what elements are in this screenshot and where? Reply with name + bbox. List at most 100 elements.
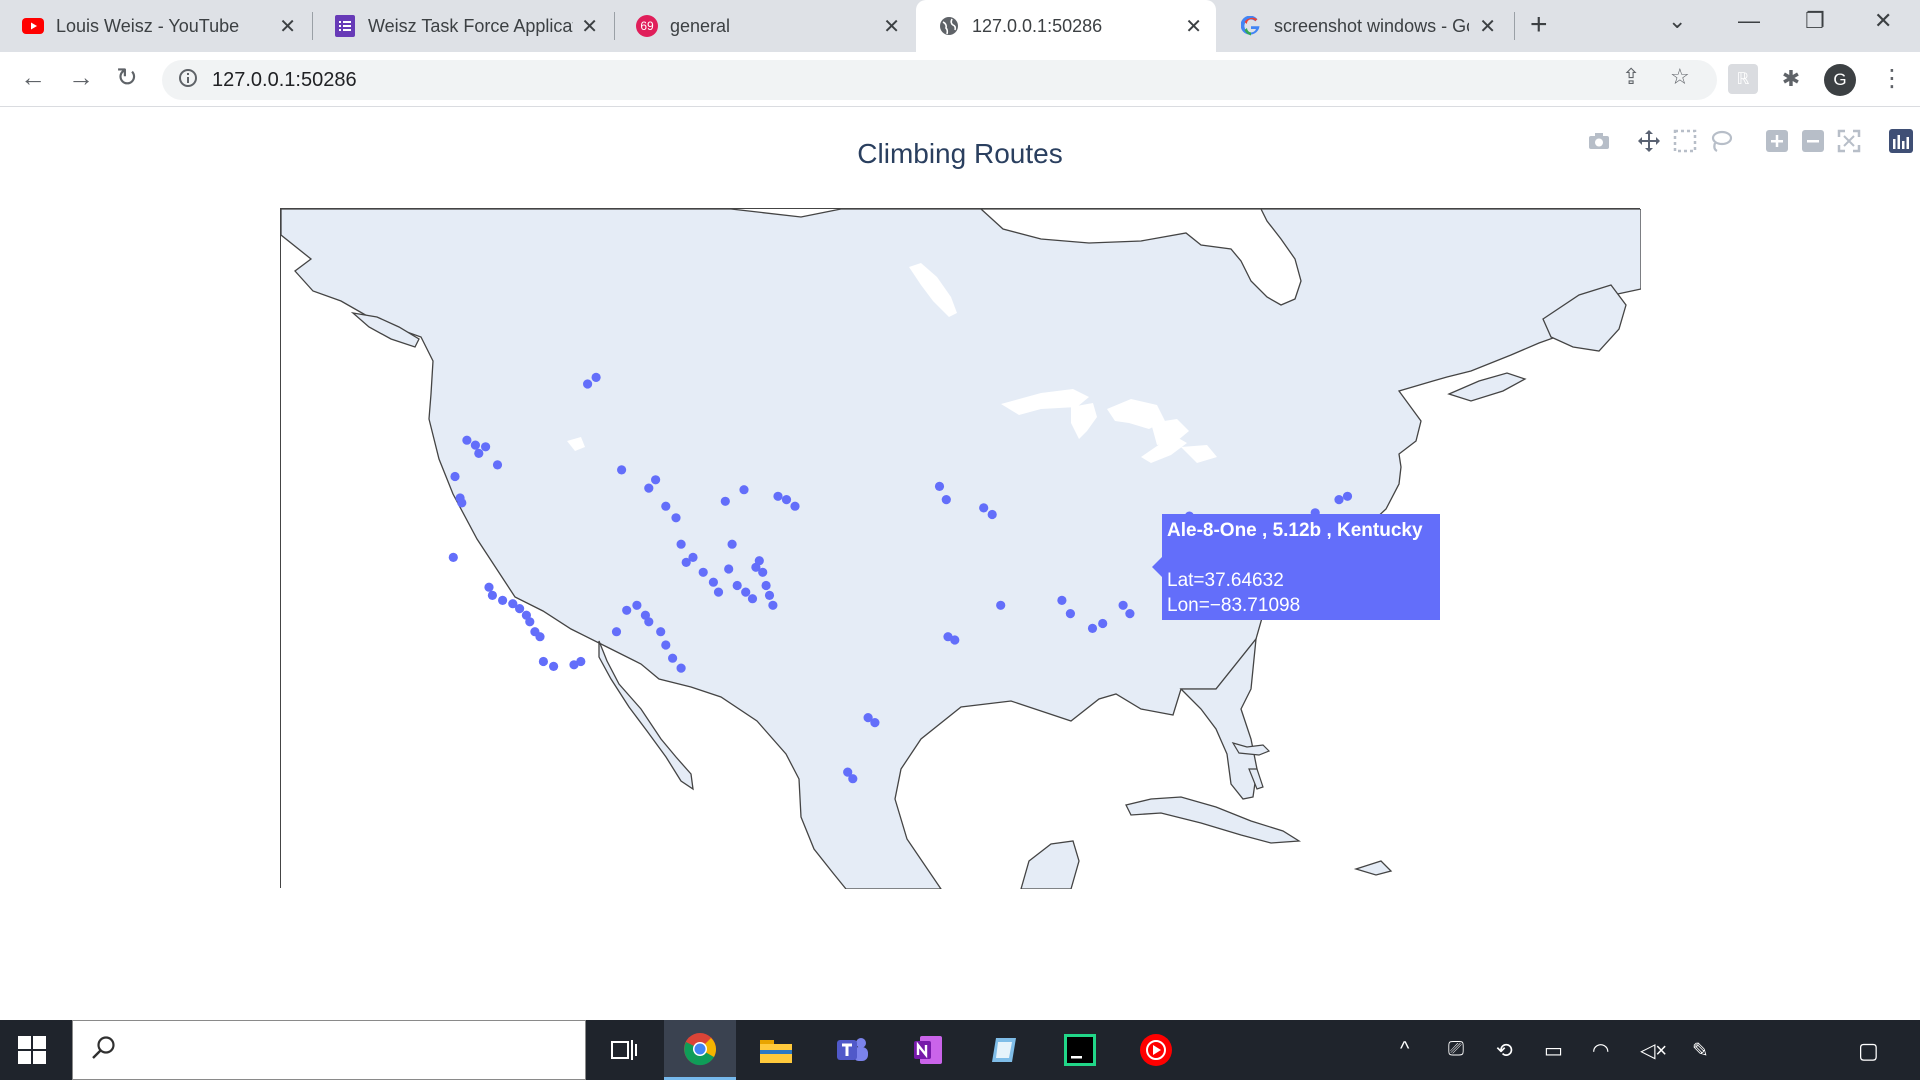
route-marker[interactable] [644, 617, 654, 627]
route-marker[interactable] [1334, 495, 1344, 505]
pen-icon[interactable]: ✎ [1692, 1038, 1709, 1063]
route-marker[interactable] [781, 495, 792, 505]
close-icon[interactable]: ✕ [581, 14, 598, 39]
sync-icon[interactable]: ⟲ [1496, 1038, 1513, 1063]
route-marker[interactable] [448, 552, 458, 562]
route-marker[interactable] [747, 594, 758, 604]
route-marker[interactable] [764, 590, 775, 600]
new-tab-button[interactable]: + [1530, 8, 1548, 42]
route-marker[interactable] [1057, 595, 1067, 605]
route-marker[interactable] [651, 475, 661, 485]
route-marker[interactable] [525, 617, 535, 627]
route-marker[interactable] [1065, 609, 1075, 619]
file-explorer-icon[interactable] [740, 1020, 812, 1080]
tab-google-search[interactable]: screenshot windows - Google Search ✕ [1218, 0, 1510, 52]
route-marker[interactable] [708, 577, 718, 587]
route-marker[interactable] [611, 627, 622, 637]
close-icon[interactable]: ✕ [1185, 14, 1202, 39]
route-marker[interactable] [761, 580, 771, 591]
meet-now-icon[interactable]: ⎚ [1448, 1038, 1464, 1061]
route-marker[interactable] [492, 460, 503, 470]
route-marker[interactable] [622, 605, 632, 615]
route-marker[interactable] [591, 372, 601, 382]
route-marker[interactable] [996, 600, 1006, 610]
close-icon[interactable]: ✕ [883, 14, 900, 39]
route-marker[interactable] [656, 627, 666, 637]
route-marker[interactable] [758, 567, 768, 577]
avatar[interactable]: G [1824, 64, 1856, 96]
close-icon[interactable]: ✕ [1479, 14, 1496, 39]
plotly-logo-icon[interactable] [1886, 126, 1916, 156]
route-marker[interactable] [773, 491, 783, 501]
pycharm-icon[interactable] [1044, 1020, 1116, 1080]
route-marker[interactable] [576, 656, 586, 667]
route-marker[interactable] [1098, 618, 1108, 629]
route-marker[interactable] [644, 483, 654, 493]
close-window-button[interactable]: ✕ [1874, 8, 1892, 34]
route-marker[interactable] [498, 595, 508, 605]
route-marker[interactable] [732, 580, 742, 591]
bookmark-star-icon[interactable]: ☆ [1670, 64, 1690, 90]
route-marker[interactable] [487, 590, 497, 600]
volume-muted-icon[interactable]: ◁× [1640, 1038, 1667, 1063]
route-marker[interactable] [727, 539, 737, 549]
zoom-in-icon[interactable] [1762, 126, 1792, 156]
route-marker[interactable] [724, 564, 734, 574]
restore-button[interactable]: ❐ [1805, 8, 1825, 34]
route-marker[interactable] [950, 635, 960, 645]
route-marker[interactable] [668, 653, 678, 663]
route-marker[interactable] [741, 587, 751, 597]
taskbar-search-input[interactable] [72, 1020, 586, 1080]
extension-icon[interactable]: ℝ [1728, 64, 1758, 94]
route-marker[interactable] [739, 485, 749, 495]
pan-icon[interactable] [1634, 126, 1664, 156]
route-marker[interactable] [676, 663, 686, 673]
route-marker[interactable] [1087, 623, 1098, 633]
route-marker[interactable] [470, 440, 480, 450]
youtube-music-icon[interactable] [1120, 1020, 1192, 1080]
route-marker[interactable] [481, 442, 491, 452]
tab-youtube[interactable]: Louis Weisz - YouTube ✕ [0, 0, 310, 52]
route-marker[interactable] [549, 661, 559, 671]
route-marker[interactable] [462, 435, 472, 445]
route-marker[interactable] [870, 718, 880, 728]
route-marker[interactable] [484, 582, 494, 592]
chrome-icon[interactable] [664, 1020, 736, 1080]
teams-icon[interactable] [816, 1020, 888, 1080]
route-marker[interactable] [941, 495, 951, 505]
route-marker[interactable] [457, 498, 467, 508]
minimize-button[interactable]: — [1738, 8, 1760, 34]
route-marker[interactable] [713, 587, 724, 597]
route-marker[interactable] [1125, 609, 1135, 619]
close-icon[interactable]: ✕ [279, 14, 296, 39]
route-marker[interactable] [538, 656, 548, 667]
wifi-icon[interactable]: ◠ [1592, 1038, 1609, 1063]
battery-icon[interactable]: ▭ [1544, 1038, 1563, 1063]
address-bar[interactable]: 127.0.0.1:50286 [162, 60, 1717, 100]
route-marker[interactable] [583, 379, 593, 389]
zoom-out-icon[interactable] [1798, 126, 1828, 156]
reload-button[interactable]: ↻ [116, 62, 138, 93]
route-marker[interactable] [1342, 491, 1353, 501]
route-marker[interactable] [979, 503, 989, 513]
lasso-icon[interactable] [1706, 126, 1736, 156]
route-marker[interactable] [671, 513, 681, 523]
box-select-icon[interactable] [1670, 126, 1700, 156]
puzzle-icon[interactable]: ✱ [1776, 64, 1806, 94]
route-marker[interactable] [987, 509, 997, 520]
route-marker[interactable] [1118, 600, 1128, 610]
back-button[interactable]: ← [20, 62, 46, 93]
route-marker[interactable] [474, 448, 484, 458]
route-marker[interactable] [698, 567, 708, 577]
route-marker[interactable] [790, 501, 800, 511]
forward-button[interactable]: → [68, 62, 94, 93]
route-marker[interactable] [535, 632, 545, 642]
tab-general[interactable]: 69 general ✕ [614, 0, 914, 52]
onenote-icon[interactable] [892, 1020, 964, 1080]
route-marker[interactable] [754, 556, 764, 566]
route-marker[interactable] [661, 501, 671, 511]
reset-icon[interactable] [1834, 126, 1864, 156]
route-marker[interactable] [617, 465, 627, 475]
share-icon[interactable]: ⇪ [1622, 64, 1640, 90]
route-marker[interactable] [450, 471, 460, 482]
